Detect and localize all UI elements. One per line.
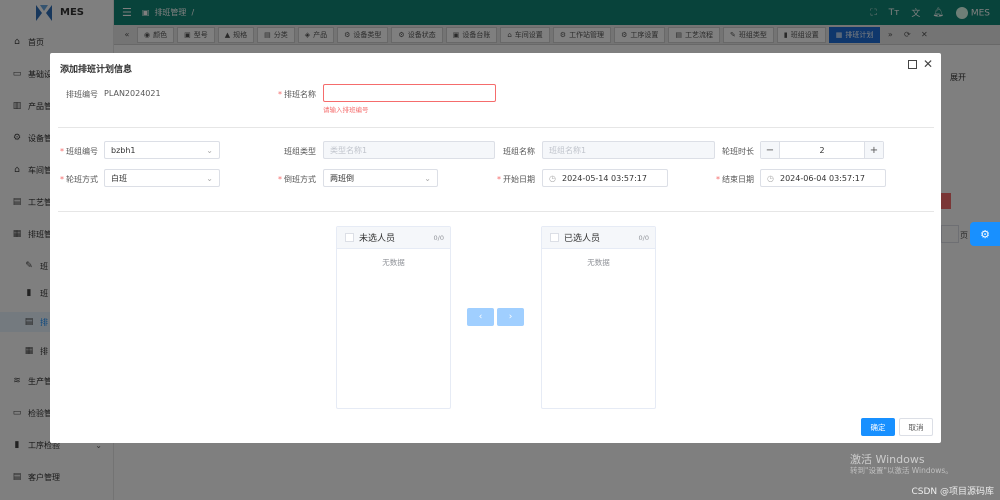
plan-code-label: 排班编号	[66, 90, 98, 99]
csdn-watermark: CSDN @项目源码库	[911, 487, 994, 497]
add-schedule-dialog: 添加排班计划信息 ✕ 排班编号 PLAN2024021 * 排班名称 请输入排班编…	[50, 53, 941, 443]
shift-mode-select[interactable]: 白班 ⌄	[104, 169, 220, 187]
maximize-icon[interactable]	[908, 60, 917, 69]
transfer-left-header: 未选人员 0/0	[337, 227, 450, 249]
transfer-right-title: 已选人员	[564, 234, 601, 244]
divider	[58, 127, 934, 128]
cancel-button[interactable]: 取消	[899, 418, 933, 436]
transfer-left-title: 未选人员	[359, 234, 396, 244]
plan-code-value: PLAN2024021	[104, 89, 161, 98]
team-code-value: bzbh1	[111, 145, 136, 155]
team-code-label: * 班组编号	[60, 147, 98, 156]
start-date-label: * 开始日期	[497, 175, 535, 184]
move-right-button[interactable]: ›	[497, 308, 524, 326]
plan-name-input[interactable]	[323, 84, 496, 102]
plan-name-label: * 排班名称	[278, 90, 316, 99]
dialog-title: 添加排班计划信息	[60, 65, 133, 75]
team-name-label: 班组名称	[503, 147, 535, 156]
transfer-right-count: 0/0	[638, 233, 649, 242]
chevron-down-icon: ⌄	[424, 173, 431, 183]
clock-icon: ◷	[549, 173, 556, 183]
chevron-left-icon: ‹	[478, 312, 483, 322]
close-icon[interactable]: ✕	[923, 57, 933, 71]
team-type-label: 班组类型	[284, 147, 316, 156]
end-date-label: * 结束日期	[716, 175, 754, 184]
transfer-right-header: 已选人员 0/0	[542, 227, 655, 249]
end-date-picker[interactable]: ◷ 2024-06-04 03:57:17	[760, 169, 886, 187]
empty-text: 无数据	[587, 258, 610, 267]
start-date-picker[interactable]: ◷ 2024-05-14 03:57:17	[542, 169, 668, 187]
end-date-value: 2024-06-04 03:57:17	[779, 173, 865, 183]
team-type-input: 类型名称1	[323, 141, 495, 159]
transfer-left-count: 0/0	[433, 233, 444, 242]
empty-text: 无数据	[382, 258, 405, 267]
gear-icon: ⚙	[980, 227, 990, 241]
shift-mode-value: 白班	[111, 173, 127, 183]
swap-mode-label: * 倒班方式	[278, 175, 316, 184]
move-left-button[interactable]: ‹	[467, 308, 494, 326]
chevron-down-icon: ⌄	[206, 145, 213, 155]
transfer-right-panel: 已选人员 0/0 无数据	[541, 226, 656, 409]
rotation-stepper[interactable]: − 2 +	[760, 141, 884, 159]
select-all-checkbox[interactable]	[345, 233, 354, 242]
start-date-value: 2024-05-14 03:57:17	[561, 173, 647, 183]
chevron-right-icon: ›	[508, 312, 513, 322]
plan-name-error: 请输入排班编号	[323, 106, 369, 114]
swap-mode-value: 两班倒	[330, 173, 354, 183]
transfer-left-panel: 未选人员 0/0 无数据	[336, 226, 451, 409]
rotation-label: 轮班时长	[722, 147, 754, 156]
shift-mode-label: * 轮班方式	[60, 175, 98, 184]
confirm-button[interactable]: 确定	[861, 418, 895, 436]
team-code-select[interactable]: bzbh1 ⌄	[104, 141, 220, 159]
rotation-value[interactable]: 2	[780, 142, 864, 158]
divider	[58, 211, 934, 212]
increment-button[interactable]: +	[864, 142, 883, 158]
chevron-down-icon: ⌄	[206, 173, 213, 183]
settings-float-button[interactable]: ⚙	[970, 222, 1000, 246]
windows-watermark-subtitle: 转到"设置"以激活 Windows。	[850, 466, 953, 475]
select-all-checkbox[interactable]	[550, 233, 559, 242]
swap-mode-select[interactable]: 两班倒 ⌄	[323, 169, 438, 187]
team-name-input: 班组名称1	[542, 141, 715, 159]
decrement-button[interactable]: −	[761, 142, 780, 158]
clock-icon: ◷	[767, 173, 774, 183]
